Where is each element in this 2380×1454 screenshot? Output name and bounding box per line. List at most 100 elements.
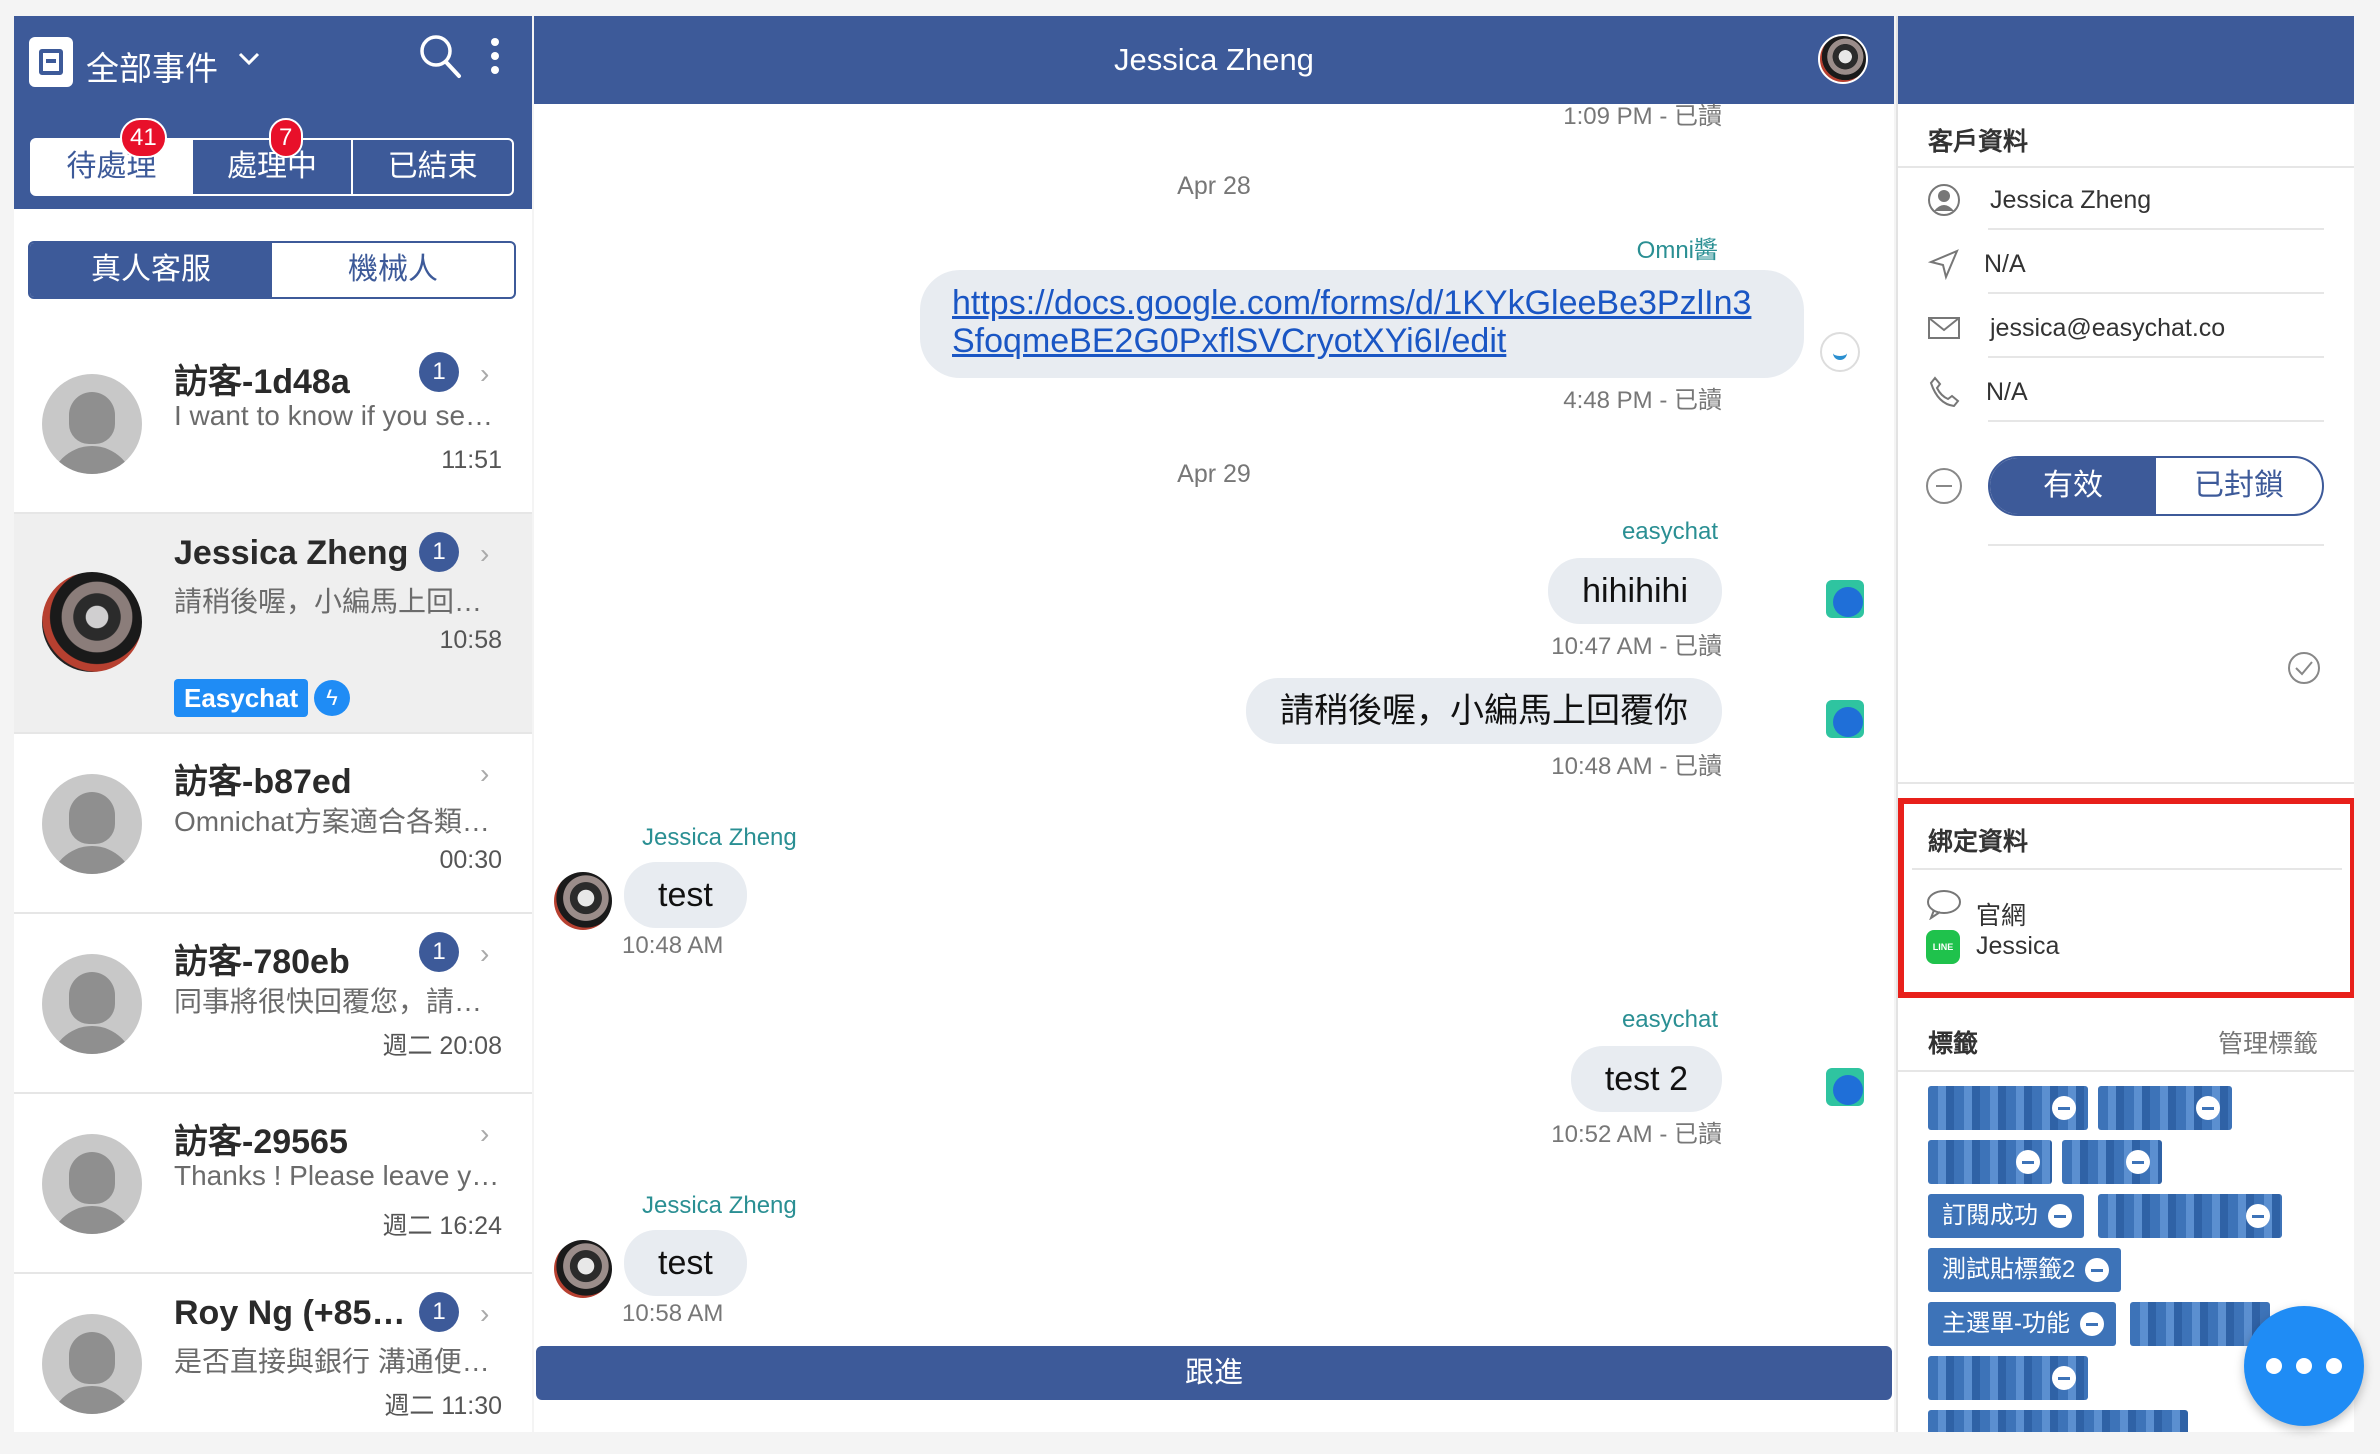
remove-tag-icon[interactable] (2016, 1150, 2040, 1174)
chevron-right-icon: › (480, 358, 490, 389)
tab-human-agent[interactable]: 真人客服 (30, 243, 272, 297)
chevron-down-icon[interactable] (236, 46, 262, 72)
avatar (42, 572, 142, 672)
message-sender: easychat (1621, 518, 1718, 545)
bound-website-label: 官網 (1976, 902, 2027, 930)
tab-pending[interactable]: 待處理 41 (32, 118, 193, 194)
live-chat-button[interactable] (2244, 1306, 2364, 1426)
phone-icon (1929, 376, 1960, 408)
tab-bot[interactable]: 機械人 (272, 243, 514, 297)
user-icon (1928, 184, 1960, 216)
inbox-icon (29, 37, 73, 87)
message-meta: 4:48 PM - 已讀 (1563, 387, 1722, 414)
conversation-time: 週二 20:08 (382, 1032, 502, 1060)
search-icon[interactable] (417, 32, 463, 80)
bound-data-highlight-box: 綁定資料 官網 LINE Jessica (1898, 798, 2354, 998)
conversation-name: 訪客-b87ed (174, 763, 352, 801)
divider (1988, 292, 2324, 294)
tab-closed[interactable]: 已結束 (353, 140, 512, 194)
tab-in-progress-label: 處理中 (227, 150, 317, 183)
remove-tag-icon[interactable] (2126, 1150, 2150, 1174)
conversation-item[interactable]: 訪客-1d48a 1 › I want to know if you se… 1… (14, 334, 532, 514)
date-separator: Apr 28 (1177, 172, 1251, 200)
conversation-name: 訪客-780eb (174, 943, 350, 981)
status-active-option[interactable]: 有效 (1990, 458, 2156, 514)
divider (1912, 868, 2342, 870)
tag-chip (2098, 1194, 2282, 1238)
tag-chip (1928, 1356, 2088, 1400)
pending-count-badge: 41 (120, 118, 167, 158)
chat-panel: Jessica Zheng 1:09 PM - 已讀 Apr 28 Omni醬 … (534, 16, 1894, 1432)
check-circle-icon[interactable] (2286, 650, 2322, 686)
unread-badge: 1 (419, 352, 459, 392)
chevron-right-icon: › (480, 938, 490, 969)
more-options-icon[interactable] (488, 34, 502, 82)
channel-badge: Easychat (174, 679, 309, 717)
message-sender: Jessica Zheng (642, 824, 797, 851)
message-preview: 同事將很快回覆您，請… (174, 986, 483, 1017)
divider (1898, 1070, 2354, 1072)
conversation-item-selected[interactable]: Jessica Zheng 1 › 請稍後喔，小編馬上回… 10:58 Easy… (14, 514, 532, 734)
conversation-time: 週二 11:30 (384, 1392, 502, 1420)
message-preview: 是否直接與銀行 溝通便… (174, 1346, 490, 1377)
avatar (42, 1134, 142, 1234)
tag-chip: 訂閱成功 (1928, 1194, 2084, 1238)
message-bubble-in: test (624, 1230, 747, 1296)
form-link[interactable]: https://docs.google.com/forms/d/1KYkGlee… (952, 284, 1751, 360)
manage-tags-link[interactable]: 管理標籤 (2218, 1024, 2318, 1060)
message-bubble-in: test (624, 862, 747, 928)
bound-line-name[interactable]: Jessica (1976, 932, 2059, 961)
email-icon (1928, 317, 1960, 339)
message-sender: easychat (1621, 1006, 1718, 1033)
status-blocked-option[interactable]: 已封鎖 (2156, 458, 2322, 514)
message-meta: 10:47 AM - 已讀 (1551, 633, 1722, 660)
section-title-customer: 客戶資料 (1928, 128, 2029, 156)
list-header: 全部事件 待處理 41 處理中 7 已結束 (14, 16, 532, 209)
unread-badge: 1 (419, 532, 459, 572)
chat-title: Jessica Zheng (1114, 42, 1314, 77)
tag-chip: 主選單-功能 (1928, 1302, 2116, 1346)
avatar (42, 1314, 142, 1414)
message-bubble-out: test 2 (1570, 1046, 1722, 1112)
contact-avatar[interactable] (1818, 34, 1868, 84)
in-progress-count-badge: 7 (268, 118, 303, 158)
avatar (42, 774, 142, 874)
line-icon: LINE (1926, 930, 1960, 964)
remove-tag-icon[interactable] (2052, 1096, 2076, 1120)
conversation-item[interactable]: Roy Ng (+852… 1 › 是否直接與銀行 溝通便… 週二 11:30 (14, 1274, 532, 1432)
tag-label: 測試貼標籤2 (1942, 1256, 2076, 1283)
tab-in-progress[interactable]: 處理中 7 (193, 118, 354, 194)
conversation-item[interactable]: 訪客-b87ed › Omnichat方案適合各類… 00:30 (14, 734, 532, 914)
message-sender: Omni醬 (1636, 237, 1718, 264)
remove-tag-icon[interactable] (2052, 1366, 2076, 1390)
location-arrow-icon (1927, 249, 1959, 281)
conversation-list: 訪客-1d48a 1 › I want to know if you se… 1… (14, 334, 532, 1432)
conversation-time: 00:30 (439, 846, 502, 874)
divider (1988, 544, 2324, 546)
remove-tag-icon[interactable] (2196, 1096, 2220, 1120)
remove-tag-icon[interactable] (2246, 1204, 2270, 1228)
divider (1898, 166, 2354, 168)
conversation-item[interactable]: 訪客-29565 › Thanks ! Please leave y… 週二 1… (14, 1094, 532, 1274)
follow-up-button[interactable]: 跟進 (536, 1346, 1892, 1400)
message-bubble-out: 請稍後喔，小編馬上回覆你 (1246, 678, 1722, 744)
remove-tag-icon[interactable] (2085, 1258, 2110, 1282)
tag-chip (1928, 1140, 2052, 1184)
unread-badge: 1 (419, 932, 459, 972)
conversation-list-panel: 全部事件 待處理 41 處理中 7 已結束 真人客服 機械人 訪客-1d48a … (14, 16, 532, 1432)
message-preview: Thanks ! Please leave y… (174, 1160, 500, 1191)
smiley-icon[interactable] (1820, 332, 1860, 372)
profile-header (1898, 16, 2354, 104)
event-filter-title[interactable]: 全部事件 (86, 42, 218, 90)
messenger-icon: ϟ (314, 680, 350, 716)
conversation-name: 訪客-29565 (174, 1123, 348, 1161)
conversation-item[interactable]: 訪客-780eb 1 › 同事將很快回覆您，請… 週二 20:08 (14, 914, 532, 1094)
remove-tag-icon[interactable] (2080, 1312, 2104, 1336)
chat-bubble-icon (1927, 890, 1961, 920)
message-meta: 10:48 AM (622, 932, 724, 959)
remove-tag-icon[interactable] (2048, 1204, 2072, 1228)
chevron-right-icon: › (480, 1298, 490, 1329)
bot-avatar-icon (1826, 1068, 1864, 1106)
block-status-icon (1926, 468, 1962, 504)
contact-avatar-small (554, 872, 612, 930)
